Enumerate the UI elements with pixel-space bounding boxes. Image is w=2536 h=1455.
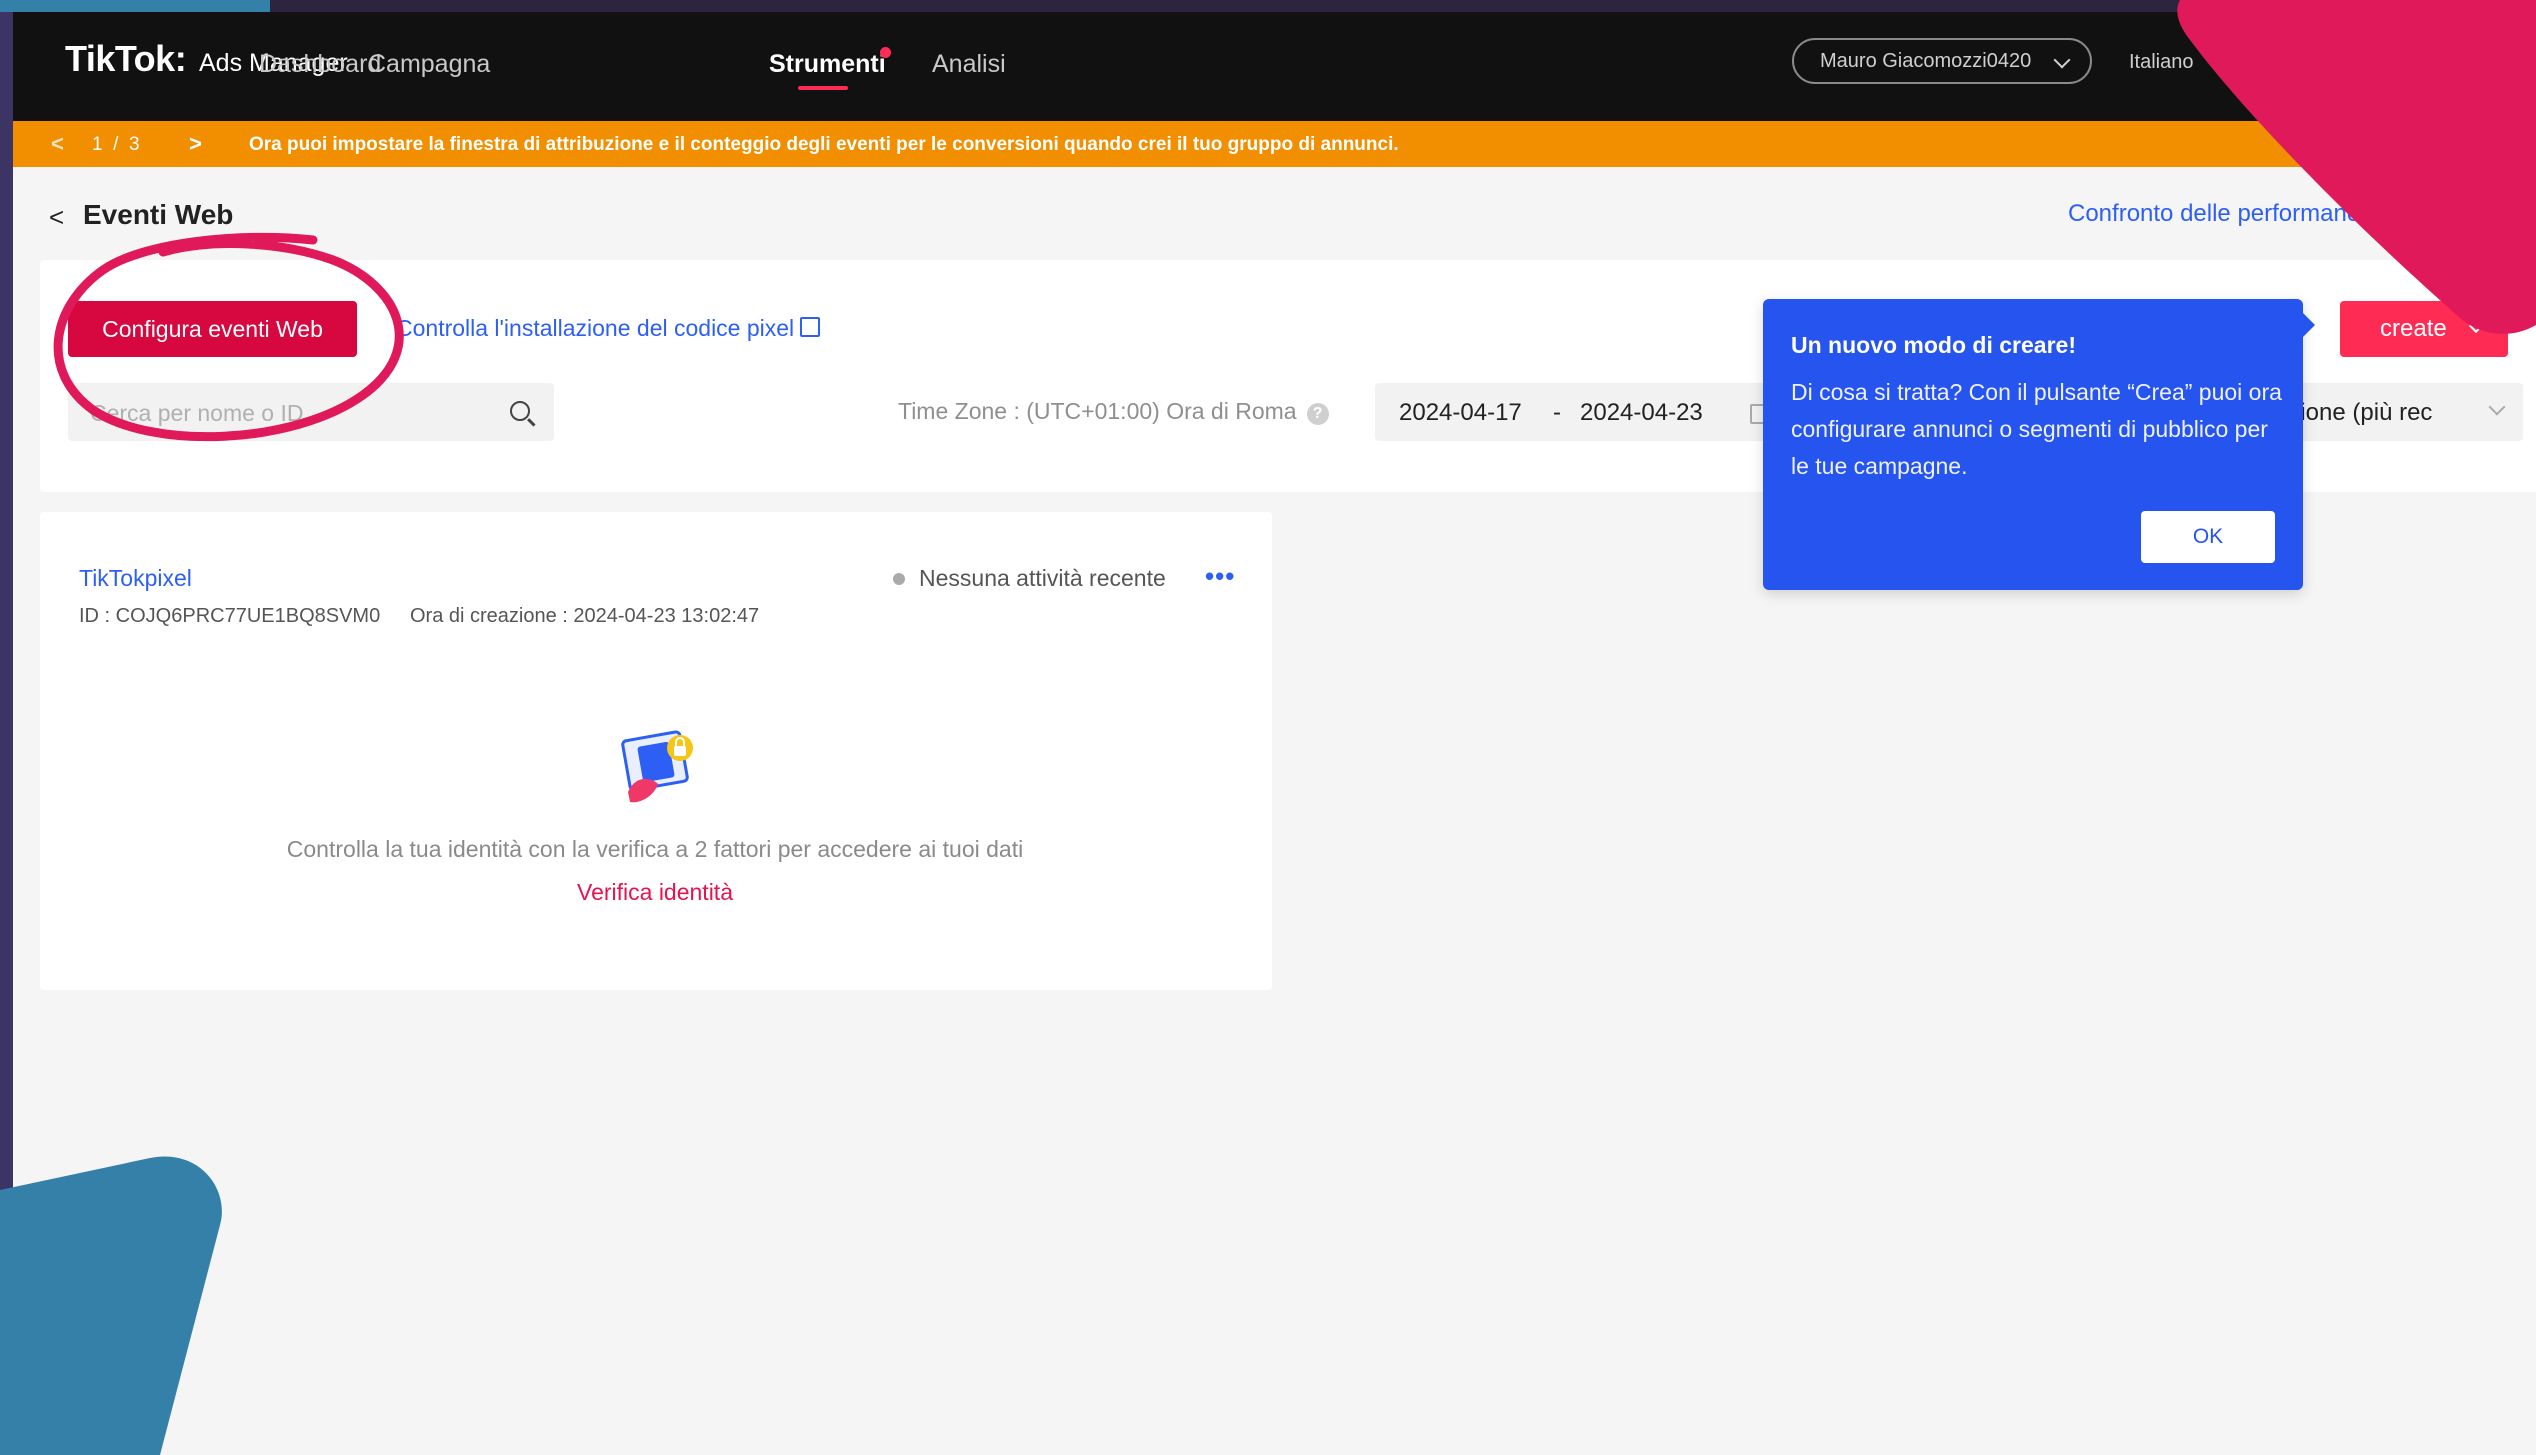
verify-message: Controlla la tua identità con la verific…: [286, 836, 1024, 862]
date-range-picker[interactable]: 2024-04-17 - 2024-04-23: [1375, 383, 1775, 441]
announcement-banner: < 1 / 3 > Ora puoi impostare la finestra…: [13, 121, 2536, 167]
pixel-status: Nessuna attività recente: [919, 565, 1166, 591]
back-arrow-icon[interactable]: <: [49, 202, 64, 233]
top-navigation-bar: TikTok: Ads Manager Dashboard Campagna S…: [13, 12, 2536, 121]
banner-pager: 1 / 3: [92, 134, 140, 155]
nav-analisi[interactable]: Analisi: [932, 50, 1006, 79]
nav-strumenti[interactable]: Strumenti: [769, 50, 886, 79]
pixel-created-time: Ora di creazione : 2024-04-23 13:02:47: [410, 605, 760, 627]
tooltip-body: Di cosa si tratta? Con il pulsante “Crea…: [1791, 379, 2282, 479]
active-nav-indicator: [798, 86, 848, 90]
pixel-link-label: Controlla l'installazione del codice pix…: [396, 315, 795, 341]
chevron-down-icon: [2488, 398, 2506, 416]
account-selector[interactable]: Mauro Giacomozzi0420: [1792, 38, 2092, 84]
nav-dashboard[interactable]: Dashboard: [259, 50, 381, 79]
chevron-down-icon: [2468, 318, 2484, 334]
search-input[interactable]: [88, 397, 492, 429]
timezone-text: Time Zone : (UTC+01:00) Ora di Roma: [898, 398, 1297, 424]
status-dot: [893, 573, 905, 585]
app-window: TikTok: Ads Manager Dashboard Campagna S…: [13, 12, 2536, 1455]
language-selector[interactable]: Italiano: [2129, 51, 2194, 74]
banner-prev-button[interactable]: <: [51, 131, 64, 157]
create-button-label: create: [2380, 315, 2447, 342]
sort-select[interactable]: azione (più rec: [2283, 383, 2523, 441]
date-start[interactable]: 2024-04-17: [1399, 399, 1522, 427]
create-button[interactable]: create: [2340, 301, 2508, 357]
decorative-left-band: [0, 12, 13, 1455]
timezone-label: Time Zone : (UTC+01:00) Ora di Roma?: [898, 398, 1329, 425]
tooltip-title: Un nuovo modo di creare!: [1791, 332, 2076, 358]
search-field[interactable]: [68, 383, 554, 441]
pixel-id: ID : COJQ6PRC77UE1BQ8SVM0: [79, 605, 381, 627]
pixel-name-link[interactable]: TikTokpixel: [79, 565, 192, 592]
feature-tooltip: Un nuovo modo di creare! Di cosa si trat…: [1763, 299, 2315, 590]
more-icon[interactable]: •••: [1205, 561, 1235, 592]
date-separator: -: [1553, 399, 1561, 426]
configure-web-events-button[interactable]: Configura eventi Web: [68, 301, 357, 357]
verify-identity-icon: [621, 730, 693, 803]
notification-dot: [880, 47, 891, 58]
help-icon[interactable]: ?: [1306, 403, 1329, 425]
banner-next-button[interactable]: >: [189, 131, 202, 157]
tiktok-logo[interactable]: TikTok:: [65, 38, 187, 80]
check-pixel-installation-link[interactable]: Controlla l'installazione del codice pix…: [396, 315, 821, 342]
nav-campagna[interactable]: Campagna: [368, 50, 490, 79]
account-name: Mauro Giacomozzi0420: [1820, 50, 2032, 72]
external-link-icon: [800, 317, 821, 337]
decorative-top-band: [0, 0, 270, 12]
sort-value: azione (più rec: [2283, 399, 2433, 426]
tooltip-arrow: [2301, 311, 2315, 339]
page-title: Eventi Web: [83, 199, 234, 230]
date-end[interactable]: 2024-04-23: [1580, 399, 1703, 427]
search-icon[interactable]: [510, 401, 530, 421]
tooltip-ok-button[interactable]: OK: [2141, 511, 2275, 563]
performance-comparison-link[interactable]: Confronto delle performance: [2068, 200, 2372, 228]
verify-identity-link[interactable]: Verifica identità: [13, 879, 1297, 906]
chevron-down-icon: [2053, 51, 2071, 69]
banner-message: Ora puoi impostare la finestra di attrib…: [249, 134, 1399, 155]
